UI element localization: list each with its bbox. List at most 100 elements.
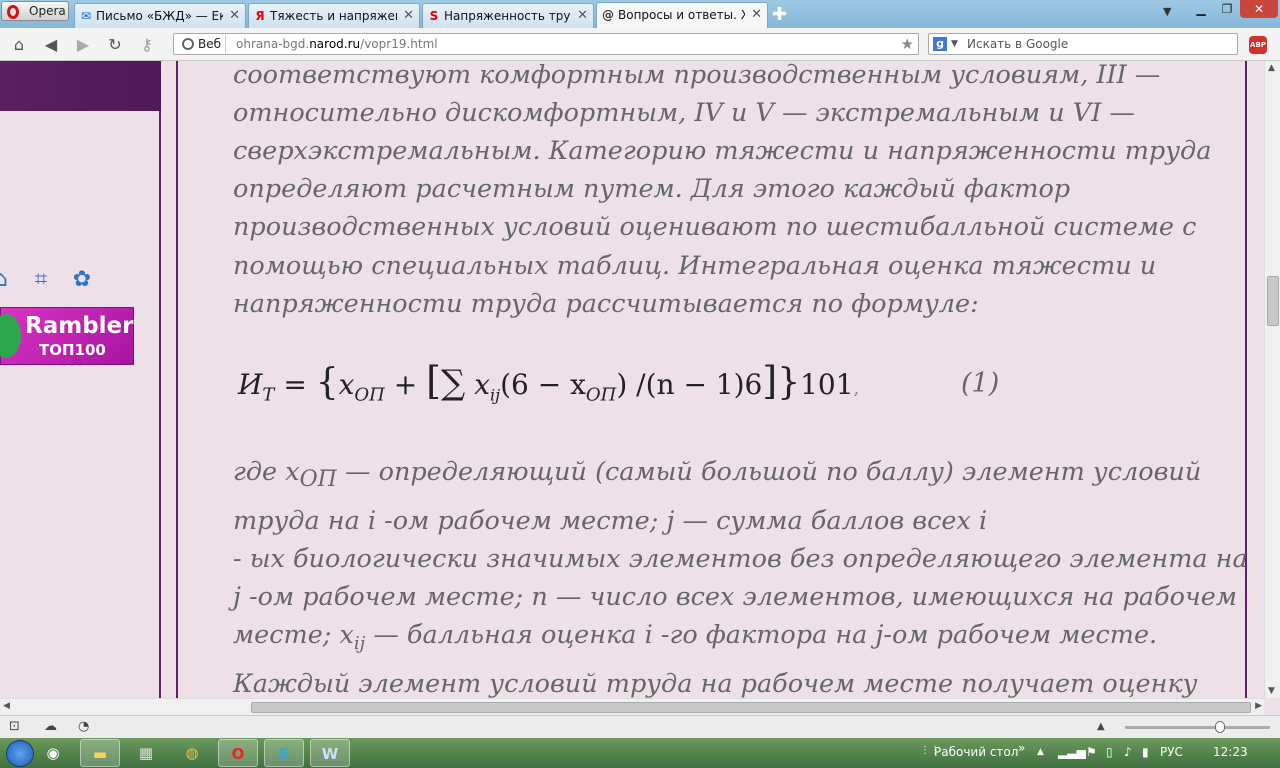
home-link-icon[interactable]: ⌂ bbox=[0, 266, 16, 294]
close-tab-icon[interactable]: ✕ bbox=[751, 7, 762, 22]
key-icon[interactable]: ⚷ bbox=[136, 34, 158, 56]
tab-list-chevron-down-icon[interactable]: ▼ bbox=[1163, 5, 1171, 18]
language-indicator[interactable]: РУС bbox=[1160, 745, 1183, 759]
page-viewport: ⌂ ⌗ ✿ Rambler ТОП100 соответствуют комфо… bbox=[0, 61, 1264, 698]
home-icon[interactable]: ⌂ bbox=[8, 34, 30, 56]
mail-flower-icon[interactable]: ✿ bbox=[67, 266, 97, 294]
back-arrow-icon[interactable]: ◀ bbox=[40, 34, 62, 56]
turbo-cloud-icon[interactable]: ☁ bbox=[44, 719, 57, 734]
toolbar-expand-icon[interactable]: » bbox=[1018, 741, 1025, 755]
rambler-title: Rambler bbox=[25, 313, 134, 339]
start-button-icon[interactable] bbox=[6, 740, 34, 767]
formula-comma: , bbox=[853, 378, 860, 399]
web-scheme-badge[interactable]: Веб bbox=[174, 34, 226, 54]
zoom-slider-track[interactable] bbox=[1125, 726, 1270, 729]
device-icon[interactable]: ▯ bbox=[1106, 745, 1113, 759]
maximize-icon[interactable]: ❐ bbox=[1214, 0, 1240, 18]
reload-icon[interactable]: ↻ bbox=[104, 34, 126, 56]
speed-gauge-icon[interactable]: ◔ bbox=[78, 719, 89, 734]
scroll-up-arrow-icon[interactable]: ▲ bbox=[1268, 63, 1275, 73]
address-bar[interactable]: Веб ohrana-bgd.narod.ru/vopr19.html ★ bbox=[173, 33, 919, 55]
url-path: /vopr19.html bbox=[360, 37, 438, 51]
window-close-icon[interactable]: ✕ bbox=[1240, 0, 1278, 18]
paragraph-line: помощью специальных таблиц. Интегральная… bbox=[233, 251, 1157, 281]
adblock-icon[interactable]: ABP bbox=[1249, 36, 1267, 54]
globe-icon bbox=[182, 38, 194, 50]
xij-rest: — балльная оценка i -го фактора на j-ом … bbox=[365, 620, 1158, 650]
google-icon: g bbox=[933, 37, 947, 51]
opera-taskbar-icon[interactable]: O bbox=[218, 739, 258, 767]
calculator-icon[interactable]: ▦ bbox=[126, 739, 166, 767]
tray-expand-icon[interactable]: ▲ bbox=[1037, 747, 1044, 757]
panel-toggle-icon[interactable]: ⊡ bbox=[9, 719, 20, 734]
rambler-top100-counter[interactable]: Rambler ТОП100 bbox=[0, 307, 134, 365]
sidebar-header-banner bbox=[0, 61, 161, 111]
url-prefix: ohrana-bgd. bbox=[236, 37, 310, 51]
where-sub: ОП bbox=[299, 467, 337, 493]
tab-label: Письмо «БЖД» — Ека... bbox=[96, 9, 223, 23]
windows-taskbar: ◉ ▬ ▦ ◍ O S W ⋮⋮ Рабочий стол » ▲ ▂▃▅ ⚑ … bbox=[0, 738, 1280, 768]
close-tab-icon[interactable]: ✕ bbox=[403, 8, 414, 23]
zoom-up-arrow-icon[interactable]: ▲ bbox=[1097, 721, 1105, 732]
search-placeholder: Искать в Google bbox=[967, 37, 1069, 51]
vertical-scrollbar[interactable]: ▲ ▼ bbox=[1264, 61, 1280, 698]
search-engine-dropdown-icon[interactable]: ▼ bbox=[951, 34, 958, 54]
close-tab-icon[interactable]: ✕ bbox=[229, 8, 240, 23]
word-icon[interactable]: W bbox=[310, 739, 350, 767]
formula-number: (1) bbox=[961, 368, 1000, 399]
xij-lead: месте; x bbox=[233, 620, 354, 650]
formula-brace-close: } bbox=[777, 362, 801, 403]
formula-x2: x bbox=[474, 368, 490, 401]
paragraph-line: производственных условий оценивают по ше… bbox=[233, 212, 1197, 242]
opera-menu-button[interactable]: Opera bbox=[1, 1, 69, 21]
close-tab-icon[interactable]: ✕ bbox=[577, 8, 588, 23]
tab-s-site[interactable]: S Напряженность труда... ✕ bbox=[422, 3, 594, 28]
search-box[interactable]: g ▼ Искать в Google bbox=[928, 33, 1238, 55]
formula-end: 101 bbox=[800, 368, 854, 401]
explorer-folder-icon[interactable]: ▬ bbox=[80, 739, 120, 767]
url-text[interactable]: ohrana-bgd.narod.ru/vopr19.html bbox=[236, 34, 438, 54]
desktop-toolbar-label[interactable]: Рабочий стол bbox=[934, 745, 1018, 759]
tab-yandex[interactable]: Я Тяжесть и напряженн... ✕ bbox=[248, 3, 420, 28]
where-lead: где x bbox=[233, 457, 300, 487]
tab-mail[interactable]: ✉ Письмо «БЖД» — Ека... ✕ bbox=[74, 3, 246, 28]
media-player-icon[interactable]: ◉ bbox=[33, 739, 73, 767]
clock-time[interactable]: 12:23 bbox=[1213, 745, 1248, 759]
paragraph-line: сверхэкстремальным. Категорию тяжести и … bbox=[233, 136, 1212, 166]
opera-logo-icon bbox=[7, 5, 19, 19]
vertical-scroll-thumb[interactable] bbox=[1267, 276, 1279, 326]
tab-label: Тяжесть и напряженн... bbox=[270, 9, 397, 23]
tab-active-narod[interactable]: @ Вопросы и ответы. Ха... ✕ bbox=[596, 2, 768, 28]
bookmark-star-icon[interactable]: ★ bbox=[901, 34, 914, 54]
sitemap-icon[interactable]: ⌗ bbox=[26, 266, 56, 294]
yandex-icon: Я bbox=[255, 9, 265, 23]
rambler-logo-icon bbox=[0, 314, 21, 358]
tab-label: Вопросы и ответы. Ха... bbox=[618, 8, 745, 22]
action-center-flag-icon[interactable]: ⚑ bbox=[1086, 745, 1097, 759]
formula-lhs-sub: Т bbox=[262, 384, 275, 406]
skype-icon[interactable]: S bbox=[264, 739, 304, 767]
tab-bar: Opera ✉ Письмо «БЖД» — Ека... ✕ Я Тяжест… bbox=[0, 0, 1280, 28]
scroll-left-arrow-icon[interactable]: ◀ bbox=[3, 701, 10, 711]
formula-brace-open: { bbox=[315, 362, 339, 403]
rambler-subtitle: ТОП100 bbox=[39, 341, 106, 359]
horizontal-scrollbar[interactable]: ◀ ▶ bbox=[0, 698, 1264, 715]
battery-icon[interactable]: ▮ bbox=[1142, 745, 1149, 759]
formula-sub-op: ОП bbox=[354, 384, 385, 406]
paragraph-line: j -ом рабочем месте; n — число всех элем… bbox=[233, 582, 1238, 612]
network-signal-icon[interactable]: ▂▃▅ bbox=[1058, 745, 1086, 759]
formula-eq: = bbox=[283, 368, 307, 401]
new-tab-plus-icon[interactable]: ✚ bbox=[772, 4, 787, 25]
scroll-right-arrow-icon[interactable]: ▶ bbox=[1255, 701, 1262, 711]
formula-sub-ij: ij bbox=[489, 385, 501, 405]
scroll-down-arrow-icon[interactable]: ▼ bbox=[1268, 686, 1275, 696]
horizontal-scroll-thumb[interactable] bbox=[251, 702, 1251, 713]
formula-x: x bbox=[338, 368, 355, 401]
forward-arrow-icon[interactable]: ▶ bbox=[72, 34, 94, 56]
chrome-icon[interactable]: ◍ bbox=[172, 739, 212, 767]
minimize-icon[interactable]: ▁ bbox=[1188, 0, 1214, 18]
formula-sub-op2: ОП bbox=[585, 384, 617, 406]
tab-label: Напряженность труда... bbox=[444, 9, 571, 23]
zoom-slider-knob[interactable] bbox=[1215, 721, 1225, 733]
volume-icon[interactable]: ♪ bbox=[1124, 745, 1132, 759]
